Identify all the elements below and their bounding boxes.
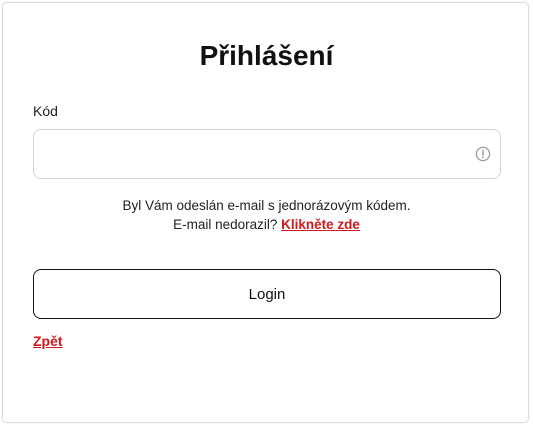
back-link[interactable]: Zpět xyxy=(33,333,63,349)
resend-link[interactable]: Klikněte zde xyxy=(281,217,360,232)
info-resend-prefix: E-mail nedorazil? xyxy=(173,217,278,232)
code-input[interactable] xyxy=(46,130,470,178)
info-line-sent: Byl Vám odeslán e-mail s jednorázovým kó… xyxy=(122,198,411,213)
login-button[interactable]: Login xyxy=(33,269,501,319)
info-text: Byl Vám odeslán e-mail s jednorázovým kó… xyxy=(0,196,533,234)
code-field-wrapper[interactable] xyxy=(33,129,501,179)
page-title: Přihlášení xyxy=(199,40,334,71)
alert-circle-icon xyxy=(475,146,491,162)
info-line-resend: E-mail nedorazil? Klikněte zde xyxy=(0,215,533,234)
code-label: Kód xyxy=(33,103,58,119)
